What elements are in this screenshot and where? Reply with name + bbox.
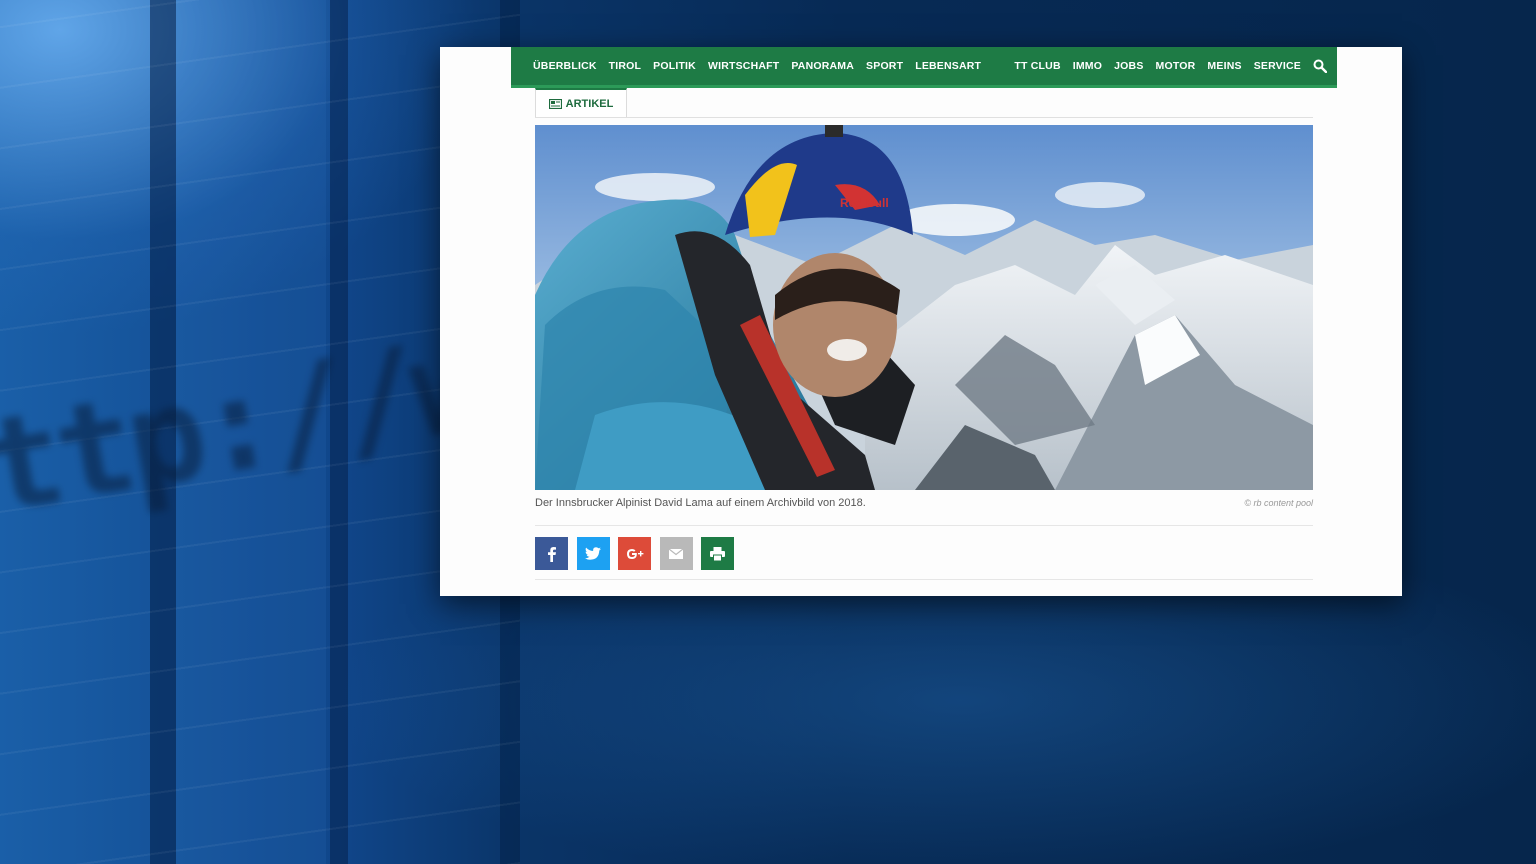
nav-item-lebensart[interactable]: LEBENSART — [915, 60, 981, 72]
nav-item-service[interactable]: SERVICE — [1254, 60, 1301, 72]
nav-item-panorama[interactable]: PANORAMA — [791, 60, 854, 72]
nav-item-immo[interactable]: IMMO — [1073, 60, 1102, 72]
nav-item-meins[interactable]: MEINS — [1207, 60, 1241, 72]
photo-caption: Der Innsbrucker Alpinist David Lama auf … — [535, 497, 866, 509]
share-twitter-button[interactable] — [576, 537, 610, 570]
tab-artikel[interactable]: ARTIKEL — [535, 88, 627, 118]
article-icon — [548, 98, 562, 110]
photo-credit: © rb content pool — [1244, 498, 1313, 508]
nav-item-sport[interactable]: SPORT — [866, 60, 903, 72]
twitter-icon — [585, 546, 601, 560]
helmet-logo-text: Red Bull — [840, 196, 889, 210]
mail-icon — [669, 548, 683, 559]
nav-right-group: TT CLUB IMMO JOBS MOTOR MEINS SERVICE — [1014, 59, 1327, 73]
content-divider — [535, 525, 1313, 526]
nav-item-ueberblick[interactable]: ÜBERBLICK — [533, 60, 597, 72]
website-screenshot: ÜBERBLICK TIROL POLITIK WIRTSCHAFT PANOR… — [440, 47, 1402, 596]
share-email-button[interactable] — [659, 537, 693, 570]
tab-divider — [535, 117, 1313, 118]
nav-item-jobs[interactable]: JOBS — [1114, 60, 1143, 72]
tab-label: ARTIKEL — [565, 98, 614, 110]
nav-item-motor[interactable]: MOTOR — [1156, 60, 1196, 72]
nav-item-wirtschaft[interactable]: WIRTSCHAFT — [708, 60, 779, 72]
google-plus-icon — [626, 548, 643, 559]
nav-item-tt-club[interactable]: TT CLUB — [1014, 60, 1060, 72]
main-navigation: ÜBERBLICK TIROL POLITIK WIRTSCHAFT PANOR… — [511, 47, 1337, 88]
share-bar — [535, 537, 743, 570]
nav-left-group: ÜBERBLICK TIROL POLITIK WIRTSCHAFT PANOR… — [533, 60, 993, 72]
share-print-button[interactable] — [701, 537, 734, 570]
nav-item-politik[interactable]: POLITIK — [653, 60, 696, 72]
print-icon — [710, 546, 725, 561]
facebook-icon — [547, 546, 556, 562]
search-icon[interactable] — [1313, 59, 1327, 73]
share-google-plus-button[interactable] — [618, 537, 651, 570]
nav-item-tirol[interactable]: TIROL — [609, 60, 642, 72]
article-photo[interactable]: Red Bull — [535, 125, 1313, 490]
content-divider — [535, 579, 1313, 580]
share-facebook-button[interactable] — [535, 537, 568, 570]
